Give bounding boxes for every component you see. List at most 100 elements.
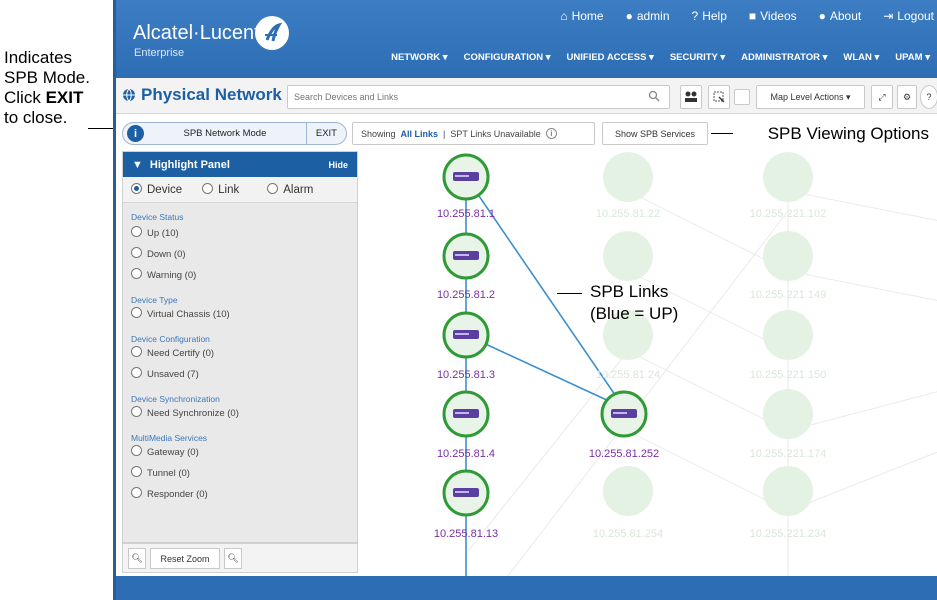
radio-icon: [131, 183, 142, 194]
faded-node-label: 10.255.81.24: [595, 369, 661, 381]
about-link[interactable]: ● About: [819, 9, 862, 23]
help-button[interactable]: ?: [920, 85, 937, 109]
option-label: Responder (0): [147, 489, 208, 500]
filter-option[interactable]: Warning (0): [131, 268, 357, 281]
annotation-pointer-line: [557, 293, 582, 294]
radio-icon: [131, 406, 142, 417]
zoom-out-button[interactable]: 🔍︎: [128, 548, 146, 569]
tab-link[interactable]: Link: [202, 183, 239, 196]
device-node[interactable]: [442, 390, 490, 438]
show-spb-services-button[interactable]: Show SPB Services: [602, 122, 708, 145]
page-title-dropdown[interactable]: Physical Network ▼: [122, 85, 299, 105]
filter-option[interactable]: Gateway (0): [131, 445, 357, 458]
faded-node[interactable]: [763, 231, 813, 281]
nav-security[interactable]: SECURITY ▾: [670, 52, 725, 63]
nav-label: CONFIGURATION: [463, 52, 544, 63]
filter-icon: ▼: [132, 158, 143, 171]
search-icon[interactable]: [648, 89, 660, 107]
info-circle-icon[interactable]: i: [545, 128, 557, 139]
filter-option[interactable]: Tunnel (0): [131, 466, 357, 479]
home-icon: ⌂: [560, 9, 568, 23]
device-node[interactable]: [442, 153, 490, 201]
filter-option[interactable]: Down (0): [131, 247, 357, 260]
divider: |: [443, 128, 446, 139]
bottom-bar: [116, 576, 937, 600]
nav-unified-access[interactable]: UNIFIED ACCESS ▾: [567, 52, 654, 63]
nav-label: UNIFIED ACCESS: [566, 52, 647, 63]
expand-button[interactable]: ⤢: [871, 85, 893, 109]
annotation-line: SPB Mode.: [4, 68, 90, 87]
faded-node[interactable]: [603, 231, 653, 281]
map-actions-label: Map Level Actions: [770, 92, 844, 102]
map-level-actions-dropdown[interactable]: Map Level Actions ▾: [756, 85, 865, 109]
background-links: [467, 190, 937, 577]
faded-node-label: 10.255.221.234: [749, 528, 827, 540]
device-node[interactable]: [600, 390, 648, 438]
reset-zoom-button[interactable]: Reset Zoom: [150, 548, 220, 569]
hide-panel-button[interactable]: Hide: [328, 160, 348, 170]
filter-option[interactable]: Up (10): [131, 226, 357, 239]
faded-node-label: 10.255.81.254: [592, 528, 664, 540]
zoom-bar: 🔍︎ Reset Zoom 🔍︎: [122, 543, 358, 573]
spb-viewing-options-annotation: SPB Viewing Options: [767, 124, 929, 143]
zoom-in-button[interactable]: 🔍︎: [224, 548, 242, 569]
device-node[interactable]: [442, 311, 490, 359]
faded-node[interactable]: [603, 466, 653, 516]
network-map[interactable]: 10.255.81.1 10.255.81.2 10.255.81.3 10.2…: [358, 151, 937, 577]
nav-label: ADMINISTRATOR: [741, 52, 820, 63]
faded-nodes: [603, 152, 813, 516]
radio-icon: [131, 226, 142, 237]
faded-node[interactable]: [763, 152, 813, 202]
nav-wlan[interactable]: WLAN ▾: [843, 52, 879, 63]
node-label: 10.255.81.4: [436, 448, 496, 460]
settings-button[interactable]: ⚙: [897, 85, 917, 109]
nav-upam[interactable]: UPAM ▾: [895, 52, 930, 63]
device-node[interactable]: [442, 232, 490, 280]
faded-node[interactable]: [603, 152, 653, 202]
annotation-pointer-line: [711, 133, 733, 134]
option-label: Down (0): [147, 249, 186, 260]
filter-option[interactable]: Need Certify (0): [131, 346, 357, 359]
exit-spb-button[interactable]: EXIT: [305, 123, 346, 144]
select-button[interactable]: [708, 85, 730, 109]
user-icon: ●: [625, 9, 633, 23]
logout-link[interactable]: ⇥ Logout: [883, 9, 934, 23]
faded-node[interactable]: [763, 389, 813, 439]
page-title: Physical Network: [141, 85, 282, 104]
nav-configuration[interactable]: CONFIGURATION ▾: [464, 52, 551, 63]
radio-icon: [131, 445, 142, 456]
tab-device[interactable]: Device: [131, 183, 182, 196]
option-label: Gateway (0): [147, 447, 199, 458]
user-link[interactable]: ● admin: [626, 9, 670, 23]
annotation-line: to close.: [4, 108, 68, 127]
logout-label: Logout: [897, 9, 934, 23]
showing-all-links[interactable]: All Links: [401, 129, 439, 139]
faded-node[interactable]: [763, 466, 813, 516]
home-link[interactable]: ⌂ Home: [560, 9, 603, 23]
group-devices-button[interactable]: [680, 85, 702, 109]
nav-administrator[interactable]: ADMINISTRATOR ▾: [741, 52, 827, 63]
tab-label: Alarm: [283, 184, 314, 196]
filter-option[interactable]: Virtual Chassis (10): [131, 307, 357, 320]
device-node[interactable]: [442, 469, 490, 517]
help-label: Help: [702, 9, 727, 23]
nav-network[interactable]: NETWORK ▾: [391, 52, 448, 63]
showing-prefix: Showing: [361, 128, 396, 139]
help-link[interactable]: ? Help: [692, 9, 727, 23]
checkbox-toggle[interactable]: [734, 89, 750, 105]
filter-option[interactable]: Need Synchronize (0): [131, 406, 357, 419]
search-input[interactable]: [287, 85, 670, 109]
about-label: About: [829, 9, 862, 23]
panel-header: ▼ Highlight Panel Hide: [123, 152, 357, 177]
expand-icon: ⤢: [878, 91, 886, 102]
faded-node[interactable]: [763, 310, 813, 360]
group-title-multimedia-services: MultiMedia Services: [131, 433, 208, 443]
video-icon: ■: [748, 9, 757, 23]
spb-mode-label: SPB Network Mode: [183, 128, 267, 139]
tab-alarm[interactable]: Alarm: [267, 183, 313, 196]
faded-node-label: 10.255.221.150: [749, 369, 827, 381]
filter-option[interactable]: Unsaved (7): [131, 367, 357, 380]
videos-link[interactable]: ■ Videos: [749, 9, 797, 23]
filter-option[interactable]: Responder (0): [131, 487, 357, 500]
radio-icon: [131, 346, 142, 357]
